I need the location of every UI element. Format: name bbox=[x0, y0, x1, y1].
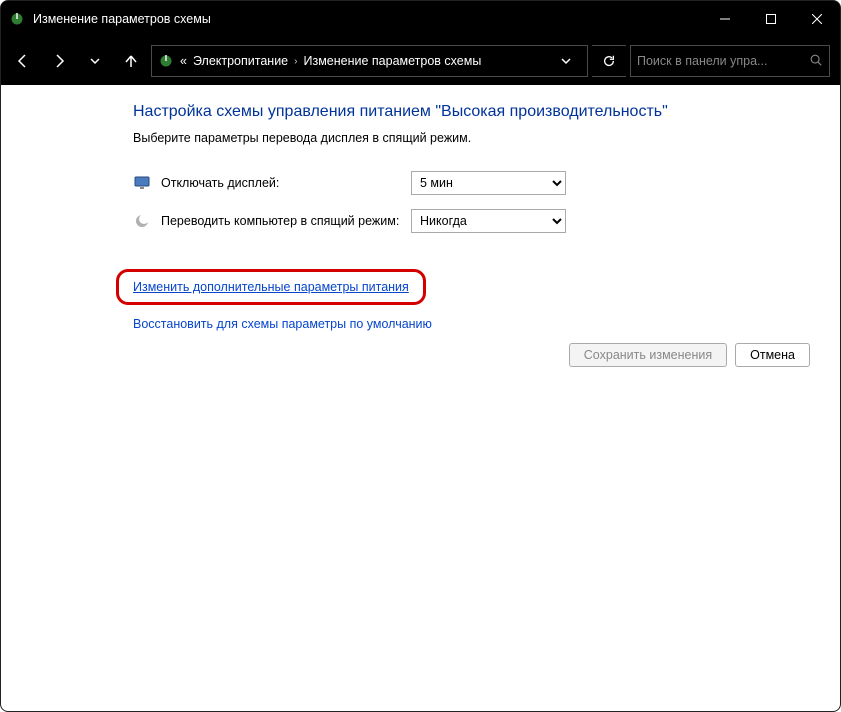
titlebar: Изменение параметров схемы bbox=[1, 1, 840, 37]
chevron-right-icon: › bbox=[294, 56, 297, 67]
display-off-label: Отключать дисплей: bbox=[161, 176, 401, 190]
sleep-row: Переводить компьютер в спящий режим: Ник… bbox=[133, 209, 800, 233]
navbar: « Электропитание › Изменение параметров … bbox=[1, 37, 840, 85]
window-title: Изменение параметров схемы bbox=[33, 12, 211, 26]
save-button[interactable]: Сохранить изменения bbox=[569, 343, 727, 367]
sleep-combo[interactable]: Никогда bbox=[411, 209, 566, 233]
address-icon bbox=[158, 53, 174, 69]
forward-button[interactable] bbox=[43, 45, 75, 77]
advanced-settings-link[interactable]: Изменить дополнительные параметры питани… bbox=[133, 280, 409, 294]
window-frame: Изменение параметров схемы bbox=[0, 0, 841, 712]
restore-defaults-link[interactable]: Восстановить для схемы параметры по умол… bbox=[133, 317, 432, 331]
highlight-box: Изменить дополнительные параметры питани… bbox=[116, 269, 426, 305]
sleep-label: Переводить компьютер в спящий режим: bbox=[161, 214, 401, 228]
close-button[interactable] bbox=[794, 1, 840, 37]
up-button[interactable] bbox=[115, 45, 147, 77]
minimize-button[interactable] bbox=[702, 1, 748, 37]
display-off-combo[interactable]: 5 мин bbox=[411, 171, 566, 195]
search-input[interactable] bbox=[637, 54, 803, 68]
breadcrumb-seg2[interactable]: Изменение параметров схемы bbox=[303, 54, 481, 68]
display-off-row: Отключать дисплей: 5 мин bbox=[133, 171, 800, 195]
page-subheading: Выберите параметры перевода дисплея в сп… bbox=[133, 131, 800, 145]
app-icon bbox=[9, 11, 25, 27]
cancel-button[interactable]: Отмена bbox=[735, 343, 810, 367]
moon-icon bbox=[133, 212, 151, 230]
search-box[interactable] bbox=[630, 45, 830, 77]
recent-dropdown[interactable] bbox=[79, 45, 111, 77]
address-bar[interactable]: « Электропитание › Изменение параметров … bbox=[151, 45, 588, 77]
maximize-button[interactable] bbox=[748, 1, 794, 37]
content-area: Настройка схемы управления питанием "Выс… bbox=[1, 85, 840, 711]
breadcrumb-prefix: « bbox=[180, 54, 187, 68]
monitor-icon bbox=[133, 174, 151, 192]
page-heading: Настройка схемы управления питанием "Выс… bbox=[133, 103, 800, 121]
search-icon bbox=[809, 53, 823, 70]
breadcrumb-seg1[interactable]: Электропитание bbox=[193, 54, 288, 68]
address-dropdown[interactable] bbox=[551, 55, 581, 67]
footer-buttons: Сохранить изменения Отмена bbox=[569, 343, 810, 367]
refresh-button[interactable] bbox=[592, 45, 626, 77]
back-button[interactable] bbox=[7, 45, 39, 77]
